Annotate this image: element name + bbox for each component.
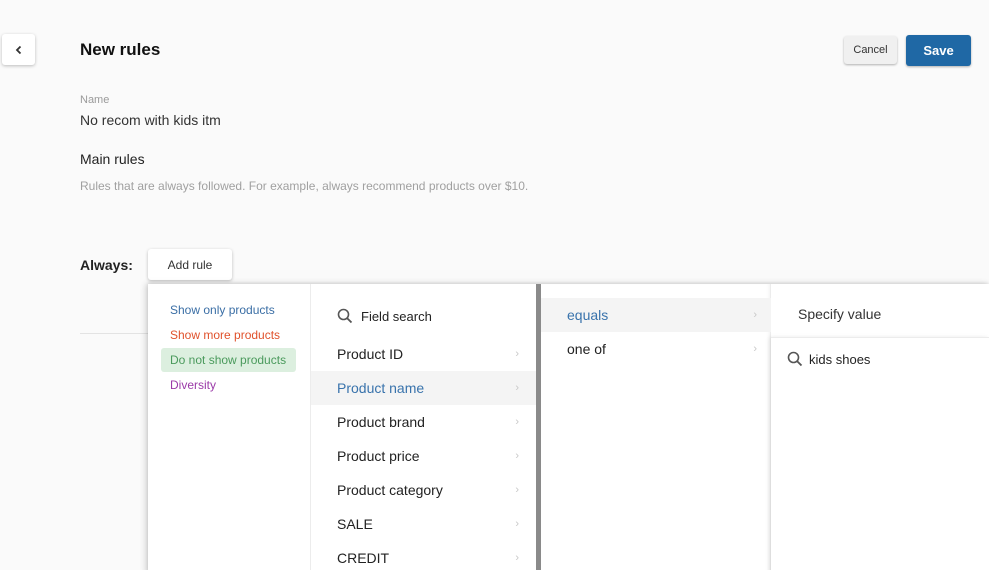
operator-one-of[interactable]: one of › <box>541 332 771 366</box>
name-label: Name <box>80 94 110 106</box>
chevron-right-icon: › <box>515 484 519 496</box>
back-button[interactable] <box>2 34 35 65</box>
section-description: Rules that are always followed. For exam… <box>80 179 529 193</box>
add-rule-button[interactable]: Add rule <box>148 249 232 280</box>
operator-equals[interactable]: equals › <box>541 298 771 332</box>
field-item-credit[interactable]: CREDIT › <box>311 541 536 570</box>
field-item-sale[interactable]: SALE › <box>311 507 536 541</box>
divider <box>80 333 150 334</box>
page-title: New rules <box>80 40 161 59</box>
field-search[interactable]: Field search <box>337 306 432 326</box>
rule-type-diversity[interactable]: Diversity <box>161 373 296 397</box>
field-item-product-price[interactable]: Product price › <box>311 439 536 473</box>
field-item-product-name[interactable]: Product name › <box>311 371 536 405</box>
chevron-right-icon: › <box>753 343 757 355</box>
chevron-right-icon: › <box>515 348 519 360</box>
chevron-right-icon: › <box>515 416 519 428</box>
rule-type-show-more[interactable]: Show more products <box>161 323 296 347</box>
save-button[interactable]: Save <box>906 35 971 66</box>
chevron-right-icon: › <box>515 518 519 530</box>
operator-column: equals › one of › <box>541 284 771 570</box>
field-label: Product brand <box>337 414 425 430</box>
search-icon <box>337 308 353 324</box>
add-rule-dropdown: Show only products Show more products Do… <box>148 284 989 570</box>
field-label: Product ID <box>337 346 404 362</box>
chevron-left-icon <box>15 45 21 54</box>
value-search[interactable] <box>787 351 979 367</box>
chevron-right-icon: › <box>515 450 519 462</box>
chevron-right-icon: › <box>515 552 519 564</box>
always-label: Always: <box>80 257 133 273</box>
search-icon <box>787 351 803 367</box>
specify-value-title: Specify value <box>798 306 882 322</box>
field-search-placeholder: Field search <box>361 308 432 324</box>
field-label: Product price <box>337 448 420 464</box>
field-item-product-category[interactable]: Product category › <box>311 473 536 507</box>
rule-type-show-only[interactable]: Show only products <box>161 298 296 322</box>
operator-label: one of <box>567 341 606 357</box>
value-column: Specify value <box>771 284 989 570</box>
field-label: CREDIT <box>337 550 390 566</box>
field-item-product-id[interactable]: Product ID › <box>311 337 536 371</box>
name-value[interactable]: No recom with kids itm <box>80 112 221 128</box>
cancel-button[interactable]: Cancel <box>844 36 897 64</box>
chevron-right-icon: › <box>753 309 757 321</box>
field-label: SALE <box>337 516 373 532</box>
operator-label: equals <box>567 307 609 323</box>
field-label: Product name <box>337 380 425 396</box>
rule-type-do-not-show[interactable]: Do not show products <box>161 348 296 372</box>
field-label: Product category <box>337 482 443 498</box>
field-column: Field search Product ID › Product name ›… <box>311 284 536 570</box>
section-title: Main rules <box>80 151 145 167</box>
value-input-panel <box>771 337 989 570</box>
field-item-product-brand[interactable]: Product brand › <box>311 405 536 439</box>
rule-type-column: Show only products Show more products Do… <box>148 284 311 570</box>
value-input[interactable] <box>809 351 979 367</box>
chevron-right-icon: › <box>515 382 519 394</box>
